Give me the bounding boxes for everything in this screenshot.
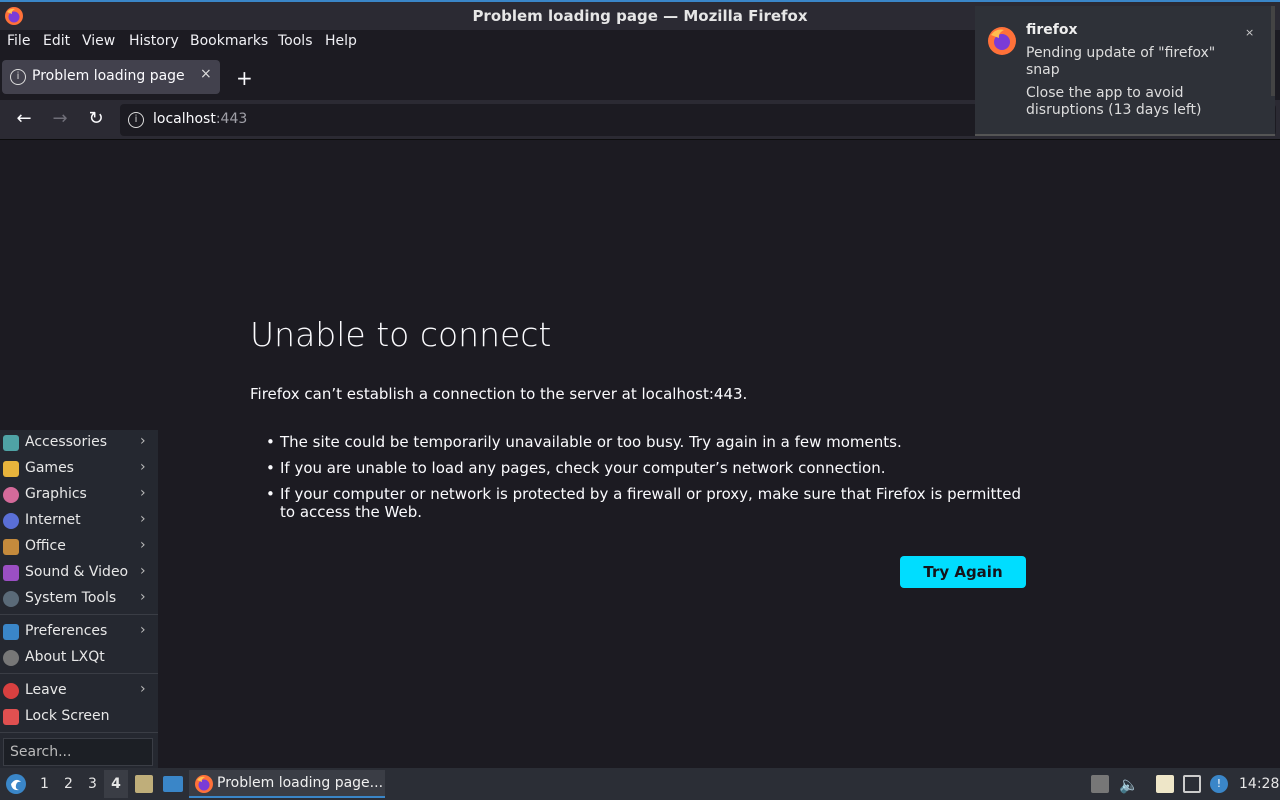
page-content: Unable to connect Firefox can’t establis…: [0, 141, 1280, 768]
menu-item-label: System Tools: [25, 590, 117, 606]
url-text[interactable]: localhost:443: [153, 111, 247, 127]
tab-problem-loading[interactable]: i Problem loading page ×: [2, 60, 220, 94]
graphics-icon: [3, 487, 19, 503]
firefox-icon: [988, 27, 1016, 55]
taskbar: 1 2 3 4 Problem loading page... 🔈 ! 14:2…: [0, 768, 1280, 800]
back-button[interactable]: ←: [12, 108, 36, 132]
desktop-3-button[interactable]: 3: [88, 776, 97, 792]
menu-item-label: Office: [25, 538, 66, 554]
menu-item-label: Accessories: [25, 434, 108, 450]
search-placeholder: Search...: [10, 744, 72, 760]
taskbar-item-firefox[interactable]: Problem loading page...: [189, 770, 385, 798]
menu-view[interactable]: View: [82, 33, 115, 49]
menu-separator: [0, 614, 158, 615]
lock-icon: [3, 709, 19, 725]
lxqt-start-icon[interactable]: [5, 773, 27, 795]
site-info-icon[interactable]: i: [128, 112, 144, 128]
power-icon: [3, 683, 19, 699]
chevron-right-icon: ›: [140, 563, 146, 579]
internet-icon: [3, 513, 19, 529]
chevron-right-icon: ›: [140, 537, 146, 553]
tray-arrow-icon[interactable]: [1091, 775, 1109, 793]
clipboard-icon[interactable]: [1156, 775, 1174, 793]
firefox-icon: [195, 775, 213, 793]
menu-item-sound-video[interactable]: Sound & Video ›: [0, 560, 158, 586]
chevron-right-icon: ›: [140, 485, 146, 501]
menu-item-label: Internet: [25, 512, 81, 528]
error-suggestion: The site could be temporarily unavailabl…: [266, 433, 1036, 451]
menu-item-label: Sound & Video: [25, 564, 129, 580]
menu-item-office[interactable]: Office ›: [0, 534, 158, 560]
error-title: Unable to connect: [250, 315, 552, 354]
network-icon[interactable]: [1183, 775, 1201, 793]
clock[interactable]: 14:28: [1239, 776, 1279, 792]
menu-item-label: Leave: [25, 682, 67, 698]
menu-separator: [0, 732, 158, 733]
chevron-right-icon: ›: [140, 511, 146, 527]
chevron-right-icon: ›: [140, 589, 146, 605]
chevron-right-icon: ›: [140, 622, 146, 638]
url-host: localhost: [153, 111, 216, 127]
volume-icon[interactable]: 🔈: [1119, 775, 1139, 794]
taskbar-item-label: Problem loading page...: [217, 775, 384, 791]
new-tab-button[interactable]: +: [236, 66, 253, 90]
menu-tools[interactable]: Tools: [278, 33, 313, 49]
desktop-1-button[interactable]: 1: [40, 776, 49, 792]
menu-item-label: Games: [25, 460, 74, 476]
forward-button[interactable]: →: [48, 108, 72, 132]
menu-item-internet[interactable]: Internet ›: [0, 508, 158, 534]
application-menu: Accessories › Games › Graphics › Interne…: [0, 430, 158, 768]
try-again-button[interactable]: Try Again: [900, 556, 1026, 588]
notification-close-icon[interactable]: ×: [1245, 26, 1254, 39]
notification-popup[interactable]: firefox × Pending update of "firefox" sn…: [975, 6, 1275, 136]
error-description: Firefox can’t establish a connection to …: [250, 385, 748, 403]
games-icon: [3, 461, 19, 477]
tab-close-icon[interactable]: ×: [200, 66, 212, 82]
update-notifier-icon[interactable]: !: [1210, 775, 1228, 793]
desktop-4-button[interactable]: 4: [104, 770, 128, 798]
file-manager-icon[interactable]: [135, 775, 153, 793]
notification-line2: Close the app to avoid disruptions (13 d…: [1026, 85, 1202, 118]
tab-label: Problem loading page: [32, 68, 185, 84]
reload-button[interactable]: ↻: [84, 108, 108, 132]
system-tools-icon: [3, 591, 19, 607]
menu-separator: [0, 673, 158, 674]
menu-item-label: Lock Screen: [25, 708, 110, 724]
info-icon: i: [10, 69, 26, 85]
menu-item-label: About LXQt: [25, 649, 105, 665]
preferences-icon: [3, 624, 19, 640]
menu-edit[interactable]: Edit: [43, 33, 70, 49]
menu-help[interactable]: Help: [325, 33, 357, 49]
menu-item-preferences[interactable]: Preferences ›: [0, 619, 158, 645]
error-suggestions: The site could be temporarily unavailabl…: [266, 433, 1036, 529]
menu-item-leave[interactable]: Leave ›: [0, 678, 158, 704]
info-icon: [3, 650, 19, 666]
sound-video-icon: [3, 565, 19, 581]
chevron-right-icon: ›: [140, 459, 146, 475]
menu-search-input[interactable]: Search...: [3, 738, 153, 766]
accessories-icon: [3, 435, 19, 451]
show-desktop-icon[interactable]: [163, 776, 183, 792]
menu-item-about-lxqt[interactable]: About LXQt: [0, 645, 158, 671]
chevron-right-icon: ›: [140, 681, 146, 697]
menu-history[interactable]: History: [129, 33, 179, 49]
menu-item-label: Preferences: [25, 623, 108, 639]
office-icon: [3, 539, 19, 555]
menu-item-lock-screen[interactable]: Lock Screen: [0, 704, 158, 730]
desktop-2-button[interactable]: 2: [64, 776, 73, 792]
chevron-right-icon: ›: [140, 433, 146, 449]
error-suggestion: If you are unable to load any pages, che…: [266, 459, 1036, 477]
notification-line1: Pending update of "firefox" snap: [1026, 45, 1216, 78]
menu-item-system-tools[interactable]: System Tools ›: [0, 586, 158, 612]
menu-item-label: Graphics: [25, 486, 87, 502]
menu-item-graphics[interactable]: Graphics ›: [0, 482, 158, 508]
notification-scrollbar[interactable]: [1271, 6, 1275, 96]
menu-item-accessories[interactable]: Accessories ›: [0, 430, 158, 456]
menu-item-games[interactable]: Games ›: [0, 456, 158, 482]
notification-app-name: firefox: [1026, 22, 1078, 38]
menu-bookmarks[interactable]: Bookmarks: [190, 33, 268, 49]
menu-file[interactable]: File: [7, 33, 30, 49]
error-suggestion: If your computer or network is protected…: [266, 485, 1036, 521]
url-port: :443: [215, 111, 248, 127]
